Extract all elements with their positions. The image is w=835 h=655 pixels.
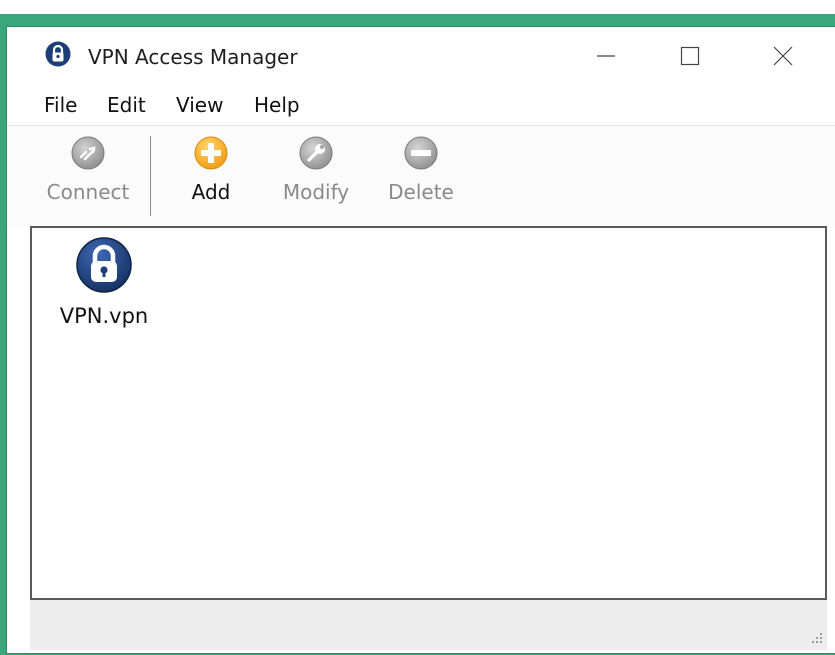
menu-help[interactable]: Help — [254, 93, 300, 117]
minimize-button[interactable] — [560, 27, 652, 85]
menu-bar: File Edit View Help — [7, 89, 835, 123]
modify-button[interactable]: Modify — [266, 136, 366, 226]
title-bar[interactable]: VPN Access Manager — [7, 27, 835, 85]
maximize-icon — [680, 46, 700, 66]
file-list-pane[interactable]: VPN.vpn — [30, 226, 827, 600]
delete-label: Delete — [388, 180, 454, 204]
add-button[interactable]: Add — [161, 136, 261, 226]
desktop-top-strip — [0, 0, 835, 14]
modify-icon — [299, 136, 333, 170]
delete-button[interactable]: Delete — [371, 136, 471, 226]
menu-view[interactable]: View — [176, 93, 223, 117]
add-label: Add — [191, 180, 231, 204]
file-item-vpn[interactable]: VPN.vpn — [54, 236, 154, 328]
add-icon — [194, 136, 228, 170]
window-title: VPN Access Manager — [88, 45, 298, 69]
toolbar: Connect Add Modify Delete — [7, 125, 835, 226]
connect-label: Connect — [46, 180, 130, 204]
file-name: VPN.vpn — [59, 304, 149, 328]
delete-icon — [404, 136, 438, 170]
menu-edit[interactable]: Edit — [107, 93, 146, 117]
status-bar — [30, 600, 827, 650]
vpn-lock-icon — [45, 41, 71, 67]
maximize-button[interactable] — [644, 27, 736, 85]
vpn-lock-icon — [76, 237, 132, 293]
close-button[interactable] — [737, 27, 829, 85]
connect-button[interactable]: Connect — [38, 136, 138, 226]
modify-label: Modify — [282, 180, 350, 204]
connect-icon — [71, 136, 105, 170]
close-icon — [773, 46, 793, 66]
app-window: VPN Access Manager File Edit View Help C… — [7, 27, 835, 653]
resize-grip-icon[interactable] — [809, 630, 823, 644]
toolbar-separator — [150, 136, 151, 216]
menu-file[interactable]: File — [44, 93, 77, 117]
minimize-icon — [597, 55, 615, 57]
